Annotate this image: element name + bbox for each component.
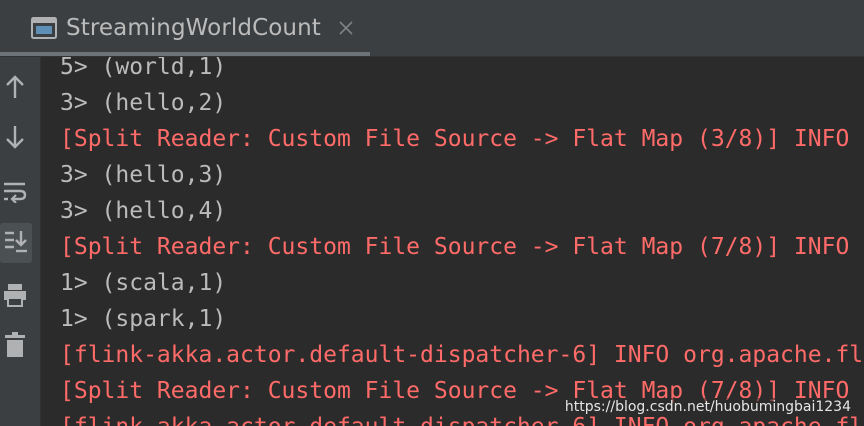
console-line: 1> (spark,1) bbox=[60, 306, 227, 332]
print-button[interactable] bbox=[0, 277, 30, 317]
console-toolbar bbox=[0, 57, 41, 426]
console-line: 3> (hello,2) bbox=[60, 90, 227, 116]
scroll-down-icon bbox=[4, 124, 26, 154]
scroll-to-end-icon bbox=[4, 229, 28, 257]
console-lines: 5> (world,1) 3> (hello,2) [Split Reader: C… bbox=[60, 57, 863, 426]
console-line: [flink-akka.actor.default-dispatcher-6] … bbox=[60, 342, 864, 368]
console-output[interactable]: 5> (world,1) 3> (hello,2) [Split Reader: C… bbox=[41, 57, 864, 426]
console-window-icon bbox=[24, 8, 64, 48]
scroll-up-icon bbox=[4, 74, 26, 104]
console-line: 5> (world,1) bbox=[60, 57, 227, 80]
console-line: 3> (hello,4) bbox=[60, 198, 227, 224]
run-tool-window: StreamingWorldCount 5> (world,1) 3> (hel… bbox=[0, 0, 864, 426]
console-line: 3> (hello,3) bbox=[60, 162, 227, 188]
console-line: [Split Reader: Custom File Source -> Fla… bbox=[60, 126, 850, 152]
soft-wrap-button[interactable] bbox=[0, 173, 30, 213]
console-line: 1> (scala,1) bbox=[60, 270, 227, 296]
tab-bar: StreamingWorldCount bbox=[0, 0, 864, 57]
trash-icon bbox=[4, 332, 26, 362]
tab-streaming-world-count[interactable]: StreamingWorldCount bbox=[0, 4, 370, 56]
scroll-up-button[interactable] bbox=[0, 69, 30, 109]
close-icon[interactable] bbox=[335, 17, 357, 39]
console-line: [Split Reader: Custom File Source -> Fla… bbox=[60, 234, 850, 260]
scroll-to-end-button[interactable] bbox=[0, 223, 32, 263]
watermark: https://blog.csdn.net/huobumingbai1234 bbox=[561, 398, 854, 416]
print-icon bbox=[3, 283, 27, 311]
clear-all-button[interactable] bbox=[0, 327, 30, 367]
scroll-down-button[interactable] bbox=[0, 119, 30, 159]
soft-wrap-icon bbox=[3, 179, 27, 207]
tab-title: StreamingWorldCount bbox=[66, 15, 321, 41]
